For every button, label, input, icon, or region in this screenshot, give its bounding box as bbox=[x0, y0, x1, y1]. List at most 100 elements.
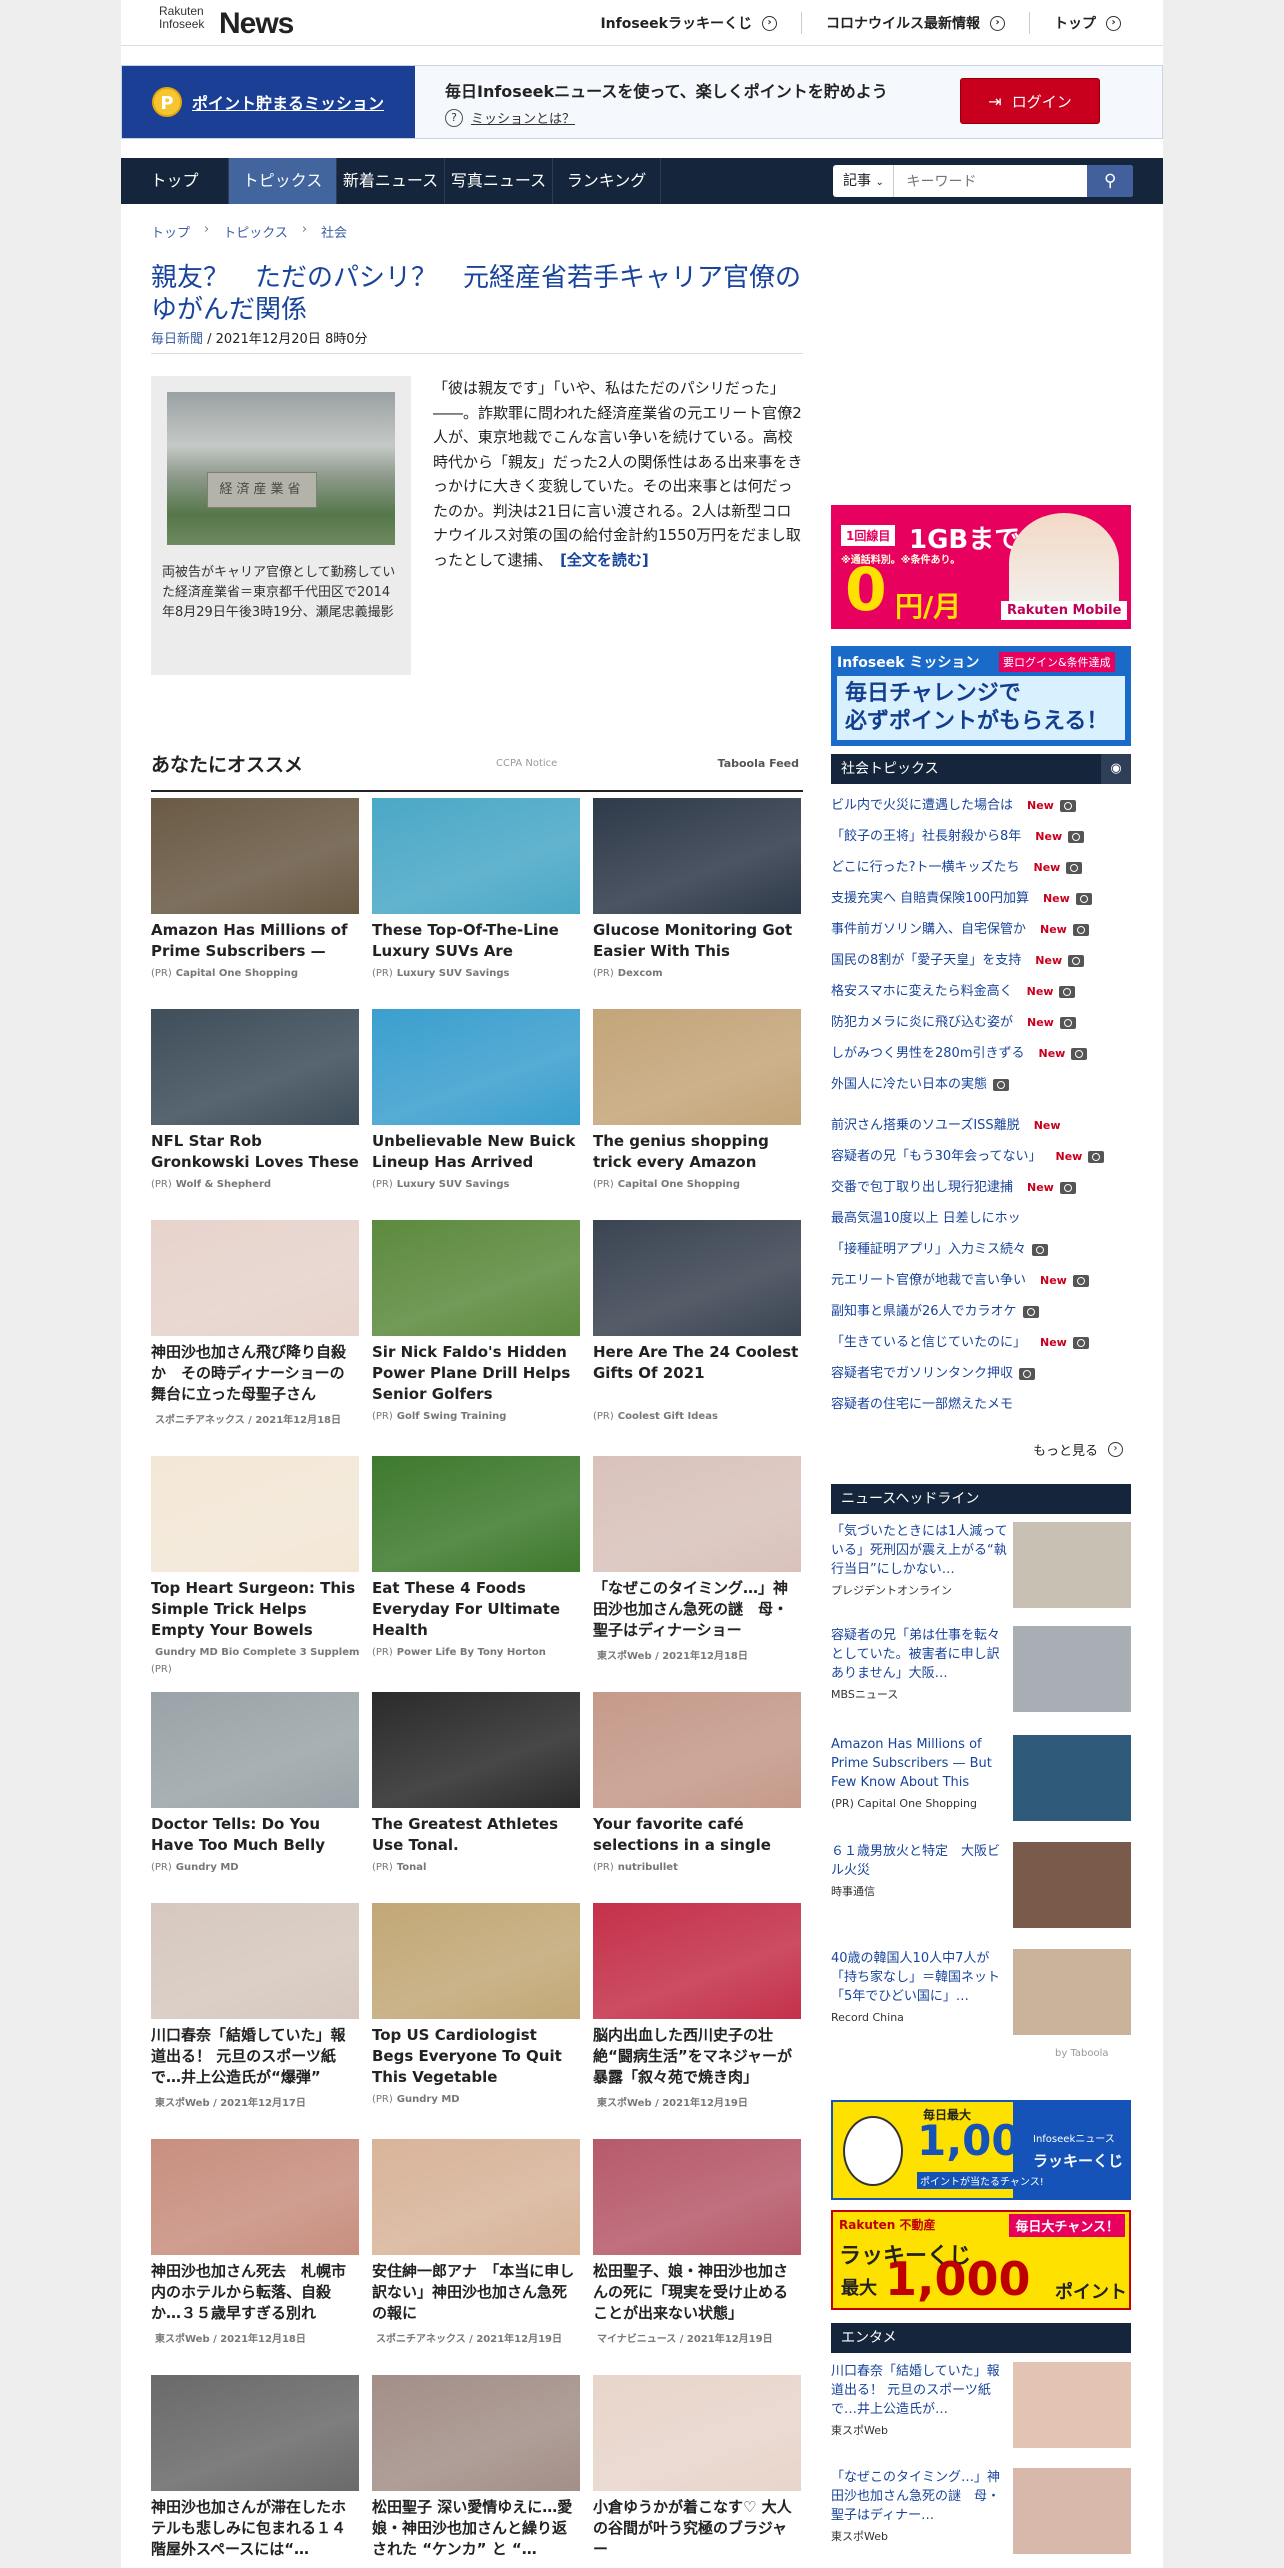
camera-icon bbox=[1022, 1305, 1039, 1318]
card-thumbnail bbox=[593, 1692, 801, 1808]
social-topic-item[interactable]: 「餃子の王将」社長射殺から8年 New bbox=[831, 821, 1131, 852]
recommend-card[interactable]: Eat These 4 Foods Everyday For Ultimate … bbox=[372, 1456, 580, 1658]
card-source: 東スポWeb / 2021年12月18日 bbox=[151, 2330, 359, 2345]
social-topic-label: 支援充実へ 自賠責保険100円加算 bbox=[831, 891, 1029, 906]
recommend-card[interactable]: Unbelievable New Buick Lineup Has Arrive… bbox=[372, 1009, 580, 1190]
social-topic-item[interactable]: 国民の8割が「愛子天皇」を支持 New bbox=[831, 945, 1131, 976]
entame-item[interactable]: 川口春奈「結婚していた」報道出る！ 元旦のスポーツ紙で…井上公造氏が… 東スポWe… bbox=[831, 2362, 1131, 2452]
social-topic-item[interactable]: 格安スマホに変えたら料金高く New bbox=[831, 976, 1131, 1007]
article-image[interactable]: 経済産業省 bbox=[167, 392, 395, 545]
social-topic-item[interactable]: 容疑者宅でガソリンタンク押収 bbox=[831, 1358, 1131, 1389]
search-button[interactable]: ⚲ bbox=[1087, 165, 1133, 197]
nav-ranking[interactable]: ランキング bbox=[553, 158, 661, 204]
recommend-card[interactable]: The Greatest Athletes Use Tonal. (PR) Tona… bbox=[372, 1692, 580, 1873]
mission-button[interactable]: P ポイント貯まるミッション bbox=[122, 66, 415, 138]
camera-icon bbox=[1068, 954, 1085, 967]
recommend-card[interactable]: 神田沙也加さん死去 札幌市内のホテルから転落、自殺か…３５歳早すぎる別れ 東スポW… bbox=[151, 2139, 359, 2345]
recommend-card[interactable]: Here Are The 24 Coolest Gifts Of 2021 (PR… bbox=[593, 1220, 801, 1422]
headline-item[interactable]: Amazon Has Millions of Prime Subscribers… bbox=[831, 1735, 1131, 1825]
recommend-card[interactable]: 安住紳一郎アナ 「本当に申し訳ない」神田沙也加さん急死の報に スポニチアネックス … bbox=[372, 2139, 580, 2345]
header-link-top[interactable]: トップ › bbox=[1029, 12, 1145, 34]
social-topic-item[interactable]: 前沢さん搭乗のソユーズISS離脱 New bbox=[831, 1110, 1131, 1141]
article-source[interactable]: 毎日新聞 bbox=[151, 332, 203, 347]
social-topic-item[interactable]: 容疑者の兄「もう30年会ってない」 New bbox=[831, 1141, 1131, 1172]
ccpa-notice-link[interactable]: CCPA Notice bbox=[496, 758, 557, 769]
social-topic-item[interactable]: 支援充実へ 自賠責保険100円加算 New bbox=[831, 883, 1131, 914]
breadcrumb-top[interactable]: トップ bbox=[151, 222, 190, 241]
social-topic-item[interactable]: しがみつく男性を280m引きずる New bbox=[831, 1038, 1131, 1069]
social-topic-item[interactable]: 交番で包丁取り出し現行犯逮捕 New bbox=[831, 1172, 1131, 1203]
new-badge: New bbox=[1033, 861, 1061, 874]
recommend-card[interactable]: Top Heart Surgeon: This Simple Trick Hel… bbox=[151, 1456, 359, 1675]
recommend-card[interactable]: 神田沙也加さんが滞在したホテルも悲しみに包まれる１４階屋外スペースには“… bbox=[151, 2375, 359, 2568]
social-topic-item[interactable]: 容疑者の住宅に一部燃えたメモ bbox=[831, 1389, 1131, 1420]
social-topic-item[interactable]: 副知事と県議が26人でカラオケ bbox=[831, 1296, 1131, 1327]
recommend-card[interactable]: 松田聖子 深い愛情ゆえに…愛娘・神田沙也加さんと繰り返された “ケンカ” と “… bbox=[372, 2375, 580, 2568]
camera-icon bbox=[1059, 799, 1076, 812]
more-link[interactable]: もっと見る › bbox=[1033, 1440, 1124, 1459]
social-topic-item[interactable]: 元エリート官僚が地裁で言い争い New bbox=[831, 1265, 1131, 1296]
recommend-card[interactable]: 脳内出血した西川史子の壮絶“闘病生活”をマネジャーが暴露「叙々苑で焼き肉」 東スポ… bbox=[593, 1903, 801, 2109]
logo[interactable]: Rakuten Infoseek News bbox=[159, 5, 294, 39]
rakuten-realestate-banner[interactable]: Rakuten 不動産 毎日大チャンス！ ラッキーくじ 最大 1,000 ポイン… bbox=[831, 2210, 1131, 2310]
social-topic-item[interactable]: どこに行った?ト一横キッズたち New bbox=[831, 852, 1131, 883]
rakuten-mobile-ad[interactable]: 1回線目 1GBまで ※通話料別。※条件あり。 0 円/月 Rakuten Mo… bbox=[831, 505, 1131, 629]
headline-item[interactable]: ６１歳男放火と特定 大阪ビル火災 時事通信 bbox=[831, 1842, 1131, 1932]
social-topic-item[interactable]: 「生きていると信じていたのに」 New bbox=[831, 1327, 1131, 1358]
headline-item[interactable]: 容疑者の兄「弟は仕事を転々としていた。被害者に申し訳ありません」大阪… MBSニュ… bbox=[831, 1626, 1131, 1716]
social-topic-item[interactable]: ビル内で火災に遭遇した場合は New bbox=[831, 790, 1131, 821]
recommend-card[interactable]: 小倉ゆうかが着こなす♡ 大人の谷間が叶う究極のブラジャー bbox=[593, 2375, 801, 2568]
social-topic-item[interactable]: 最高気温10度以上 日差しにホッ bbox=[831, 1203, 1131, 1234]
social-topic-item[interactable]: 「接種証明アプリ」入力ミス続々 bbox=[831, 1234, 1131, 1265]
taboola-feed-label[interactable]: Taboola Feed bbox=[718, 757, 799, 770]
social-topic-label: 「生きていると信じていたのに」 bbox=[831, 1335, 1027, 1350]
recommend-card[interactable]: 神田沙也加さん飛び降り自殺か その時ディナーショーの舞台に立った母聖子さん スポニ… bbox=[151, 1220, 359, 1426]
photo-caption: 両被告がキャリア官僚として勤務していた経済産業省＝東京都千代田区で2014年8月… bbox=[162, 565, 396, 620]
entame-title: エンタメ bbox=[841, 2330, 897, 2346]
entame-item[interactable]: 「なぜこのタイミング…」神田沙也加さん急死の謎 母・聖子はディナー… 東スポWeb bbox=[831, 2468, 1131, 2558]
recommend-card[interactable]: Top US Cardiologist Begs Everyone To Qui… bbox=[372, 1903, 580, 2105]
card-source: (PR) Capital One Shopping bbox=[151, 968, 359, 979]
card-pr-label: (PR) bbox=[372, 2094, 393, 2105]
rss-icon[interactable]: ◉ bbox=[1101, 754, 1131, 784]
headline-item[interactable]: 「気づいたときには1人減っている」死刑囚が震え上がる“執行当日”にしかない… プレ… bbox=[831, 1522, 1131, 1612]
recommend-card[interactable]: 「なぜこのタイミング…」神田沙也加さん急死の謎 母・聖子はディナーショー 東スポW… bbox=[593, 1456, 801, 1662]
article-body: 「彼は親友です」「いや、私はただのパシリだった」――。詐欺罪に問われた経済産業省… bbox=[433, 376, 803, 572]
breadcrumb-topics[interactable]: トピックス bbox=[223, 222, 288, 241]
header-link-label: トップ bbox=[1054, 16, 1096, 32]
search-type-select[interactable]: 記事 ⌄ bbox=[833, 165, 895, 197]
breadcrumb-society[interactable]: 社会 bbox=[321, 222, 347, 241]
lucky-kuji-banner[interactable]: 毎日最大 1,000 ポイントが当たるチャンス! Infoseekニュース ラッ… bbox=[831, 2100, 1131, 2200]
mission-help-link[interactable]: ? ミッションとは？ bbox=[445, 108, 575, 127]
recommend-card[interactable]: Doctor Tells: Do You Have Too Much Belly… bbox=[151, 1692, 359, 1873]
header-link-corona[interactable]: コロナウイルス最新情報 › bbox=[801, 12, 1029, 34]
social-topic-item[interactable]: 防犯カメラに炎に飛び込む姿が New bbox=[831, 1007, 1131, 1038]
recommend-card[interactable]: Sir Nick Faldo's Hidden Power Plane Dril… bbox=[372, 1220, 580, 1422]
headline-item[interactable]: 40歳の韓国人10人中7人が「持ち家なし」＝韓国ネット「5年でひどい国に」… Re… bbox=[831, 1949, 1131, 2039]
recommend-card[interactable]: 川口春奈「結婚していた」報道出る！ 元旦のスポーツ紙で…井上公造氏が“爆弾” 東ス… bbox=[151, 1903, 359, 2109]
card-source-name: Gundry MD Bio Complete 3 Supplement bbox=[155, 1647, 359, 1658]
taboola-credit: by Taboola bbox=[1055, 2048, 1109, 2059]
card-thumbnail bbox=[372, 798, 580, 914]
recommend-card[interactable]: Your favorite café selections in a singl… bbox=[593, 1692, 801, 1873]
recommend-card[interactable]: These Top-Of-The-Line Luxury SUVs Are Pr… bbox=[372, 798, 580, 979]
nav-top[interactable]: トップ bbox=[121, 158, 229, 204]
recommend-card[interactable]: Amazon Has Millions of Prime Subscribers… bbox=[151, 798, 359, 979]
social-topic-item[interactable]: 事件前ガソリン購入、自宅保管か New bbox=[831, 914, 1131, 945]
card-title: 小倉ゆうかが着こなす♡ 大人の谷間が叶う究極のブラジャー bbox=[593, 2498, 792, 2558]
recommend-card[interactable]: NFL Star Rob Gronkowski Loves These Shoe… bbox=[151, 1009, 359, 1190]
new-badge: New bbox=[1027, 799, 1054, 812]
recommend-card[interactable]: The genius shopping trick every Amazon P… bbox=[593, 1009, 801, 1190]
recommend-card[interactable]: Glucose Monitoring Got Easier With This (… bbox=[593, 798, 801, 979]
recommend-card[interactable]: 松田聖子、娘・神田沙也加さんの死に「現実を受け止めることが出来ない状態」 マイナビ… bbox=[593, 2139, 801, 2345]
nav-topics[interactable]: トピックス bbox=[229, 158, 337, 204]
social-topic-item[interactable]: 外国人に冷たい日本の実態 bbox=[831, 1069, 1131, 1100]
header-link-lucky[interactable]: Infoseekラッキーくじ › bbox=[576, 12, 801, 34]
login-button[interactable]: ⇥ ログイン bbox=[960, 78, 1100, 124]
read-more-link[interactable]: [全文を読む] bbox=[560, 551, 649, 569]
breadcrumb: トップ › トピックス › 社会 bbox=[151, 222, 347, 241]
nav-photo[interactable]: 写真ニュース bbox=[445, 158, 553, 204]
nav-latest[interactable]: 新着ニュース bbox=[337, 158, 445, 204]
search-input[interactable] bbox=[894, 165, 1088, 197]
infoseek-mission-ad[interactable]: Infoseek ミッション 要ログイン&条件達成 毎日チャレンジで 必ずポイント… bbox=[831, 646, 1131, 746]
